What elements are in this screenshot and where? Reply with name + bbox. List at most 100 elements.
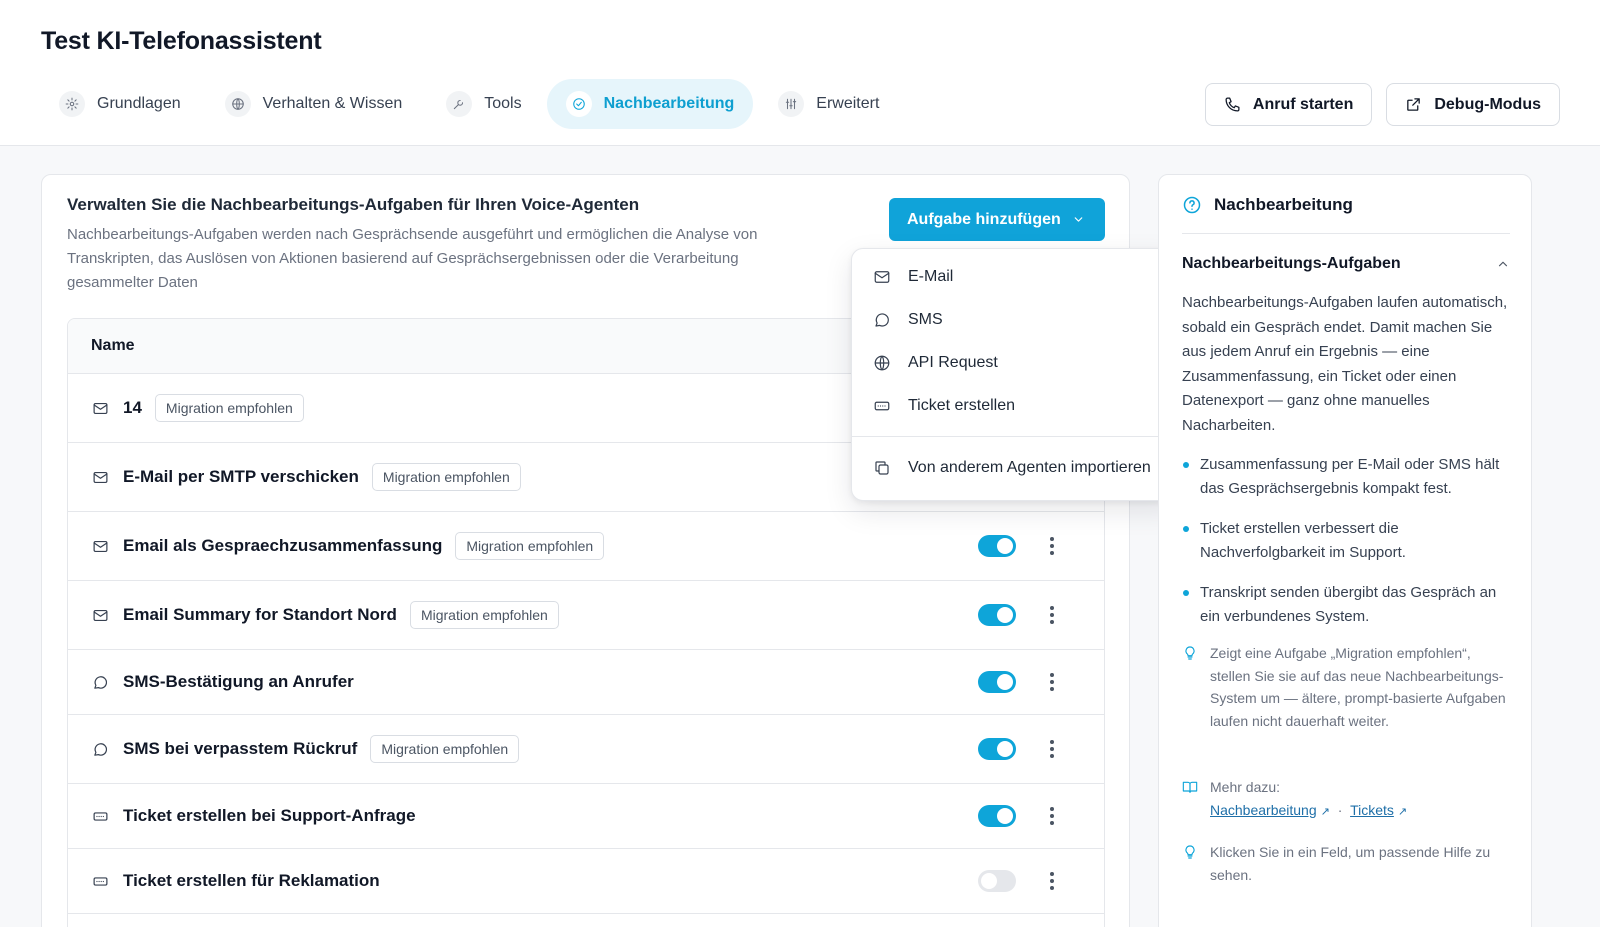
task-enabled-toggle[interactable] — [978, 805, 1016, 827]
tasks-heading: Verwalten Sie die Nachbearbeitungs-Aufga… — [67, 195, 640, 214]
help-section-title: Nachbearbeitungs-Aufgaben — [1182, 255, 1401, 272]
link-tickets[interactable]: Tickets — [1350, 802, 1394, 818]
debug-mode-button[interactable]: Debug-Modus — [1386, 83, 1560, 126]
chat-bubble-icon — [875, 312, 889, 327]
task-name: Ticket erstellen für Reklamation — [123, 871, 380, 890]
click-tip-text: Klicken Sie in ein Feld, um passende Hil… — [1210, 844, 1491, 883]
migration-badge: Migration empfohlen — [409, 601, 559, 629]
task-enabled-toggle[interactable] — [978, 604, 1016, 626]
column-name-header: Name — [91, 337, 135, 354]
more-options-icon[interactable] — [1040, 737, 1064, 761]
dropdown-divider — [852, 436, 1178, 437]
top-bar: Test KI-Telefonassistent Grundlagen Verh… — [0, 0, 1600, 146]
tab-label: Verhalten & Wissen — [262, 95, 403, 112]
ticket-icon — [93, 876, 108, 886]
mail-icon — [93, 471, 108, 483]
table-row[interactable]: Ticket erstellen bei Support-Anfrage — [68, 784, 1104, 849]
dropdown-item-label: E-Mail — [908, 267, 954, 285]
page-title: Test KI-Telefonassistent — [41, 27, 322, 55]
task-name: Ticket erstellen bei Support-Anfrage — [123, 806, 416, 825]
dropdown-item-import[interactable]: Von anderem Agenten importieren — [852, 446, 1178, 489]
list-item: Zusammenfassung per E-Mail oder SMS hält… — [1182, 453, 1512, 501]
mail-icon — [93, 609, 108, 621]
help-section-toggle[interactable]: Nachbearbeitungs-Aufgaben — [1182, 255, 1510, 273]
more-options-icon[interactable] — [1040, 534, 1064, 558]
copy-icon — [875, 460, 889, 475]
table-row[interactable]: SMS-Bestätigung an Anrufer — [68, 650, 1104, 715]
chevron-down-icon — [1074, 217, 1083, 222]
tab-label: Tools — [484, 95, 522, 112]
task-name: Email als Gespraechzusammenfassung — [123, 536, 443, 555]
help-divider — [1182, 233, 1510, 234]
dropdown-item-api-request[interactable]: API Request — [852, 341, 1178, 384]
add-task-button[interactable]: Aufgabe hinzufügen — [889, 198, 1105, 241]
lightbulb-icon — [1185, 845, 1195, 859]
tab-bar: Grundlagen Verhalten & Wissen Tools Nach… — [40, 79, 904, 129]
more-options-icon[interactable] — [1040, 804, 1064, 828]
link-text: Tickets — [1350, 801, 1394, 818]
click-tip: Klicken Sie in ein Feld, um passende Hil… — [1182, 841, 1512, 886]
task-name: SMS bei verpasstem Rückruf — [123, 739, 358, 758]
dropdown-item-email[interactable]: E-Mail — [852, 255, 1178, 298]
task-enabled-toggle[interactable] — [978, 535, 1016, 557]
tab-nachbearbeitung[interactable]: Nachbearbeitung — [546, 79, 754, 129]
migration-badge: Migration empfohlen — [154, 394, 304, 422]
migration-tip: Zeigt eine Aufgabe „Migration empfohlen“… — [1182, 642, 1512, 732]
external-link-icon: ↗ — [1397, 805, 1408, 818]
start-call-label: Anruf starten — [1252, 95, 1354, 113]
more-options-icon[interactable] — [1040, 869, 1064, 893]
table-row[interactable]: Ticket erstellen für Reklamation — [68, 849, 1104, 914]
tab-label: Erweitert — [816, 95, 880, 112]
more-options-icon[interactable] — [1040, 670, 1064, 694]
globe-icon — [224, 91, 251, 117]
mail-icon — [93, 540, 108, 552]
help-panel: Nachbearbeitung Nachbearbeitungs-Aufgabe… — [1158, 174, 1532, 927]
dropdown-item-label: API Request — [908, 353, 998, 371]
chat-bubble-icon — [94, 742, 108, 756]
link-nachbearbeitung[interactable]: Nachbearbeitung — [1210, 802, 1317, 818]
help-header: Nachbearbeitung — [1182, 195, 1353, 215]
task-enabled-toggle[interactable] — [978, 671, 1016, 693]
task-enabled-toggle[interactable] — [978, 870, 1016, 892]
list-item: Ticket erstellen verbessert die Nachverf… — [1182, 517, 1512, 565]
task-name: E-Mail per SMTP verschicken — [123, 467, 359, 486]
wrench-icon — [446, 91, 473, 117]
mail-icon — [93, 402, 108, 414]
dropdown-item-sms[interactable]: SMS — [852, 298, 1178, 341]
task-enabled-toggle[interactable] — [978, 738, 1016, 760]
external-link-icon — [1407, 98, 1421, 111]
task-name: SMS-Bestätigung an Anrufer — [123, 672, 354, 691]
tab-tools[interactable]: Tools — [427, 79, 540, 129]
tab-grundlagen[interactable]: Grundlagen — [40, 79, 200, 129]
migration-badge: Migration empfohlen — [370, 735, 520, 763]
dropdown-item-ticket[interactable]: Ticket erstellen — [852, 384, 1178, 427]
start-call-button[interactable]: Anruf starten — [1204, 83, 1373, 126]
add-task-label: Aufgabe hinzufügen — [907, 210, 1061, 228]
more-options-icon[interactable] — [1040, 603, 1064, 627]
mail-icon — [874, 270, 890, 283]
table-row[interactable]: SMS bei verpasstem Rückruf Migration emp… — [68, 715, 1104, 784]
table-row[interactable]: Email als Gespraechzusammenfassung Migra… — [68, 512, 1104, 581]
task-name: Email Summary for Standort Nord — [123, 605, 397, 624]
help-bullet-list: Zusammenfassung per E-Mail oder SMS hält… — [1182, 453, 1512, 645]
debug-mode-label: Debug-Modus — [1434, 95, 1541, 113]
ticket-icon — [874, 401, 890, 410]
tab-erweitert[interactable]: Erweitert — [759, 79, 898, 129]
lightbulb-icon — [1185, 646, 1195, 660]
tab-verhalten-wissen[interactable]: Verhalten & Wissen — [206, 79, 422, 129]
dropdown-item-label: Ticket erstellen — [908, 396, 1015, 414]
tasks-description: Nachbearbeitungs-Aufgaben werden nach Ge… — [67, 226, 758, 291]
dropdown-item-label: Von anderem Agenten importieren — [908, 458, 1151, 476]
migration-tip-text: Zeigt eine Aufgabe „Migration empfohlen“… — [1210, 645, 1506, 729]
ticket-icon — [93, 811, 108, 821]
task-name: 14 — [123, 398, 142, 417]
sliders-icon — [778, 91, 805, 117]
table-row[interactable]: Email Summary for Standort Nord Migratio… — [68, 581, 1104, 650]
chevron-up-icon — [1498, 261, 1508, 267]
globe-icon — [874, 355, 890, 370]
tab-label: Nachbearbeitung — [603, 95, 735, 112]
link-separator: · — [1337, 801, 1343, 818]
migration-badge: Migration empfohlen — [371, 463, 521, 491]
migration-badge: Migration empfohlen — [455, 532, 605, 560]
gear-icon — [59, 91, 85, 117]
